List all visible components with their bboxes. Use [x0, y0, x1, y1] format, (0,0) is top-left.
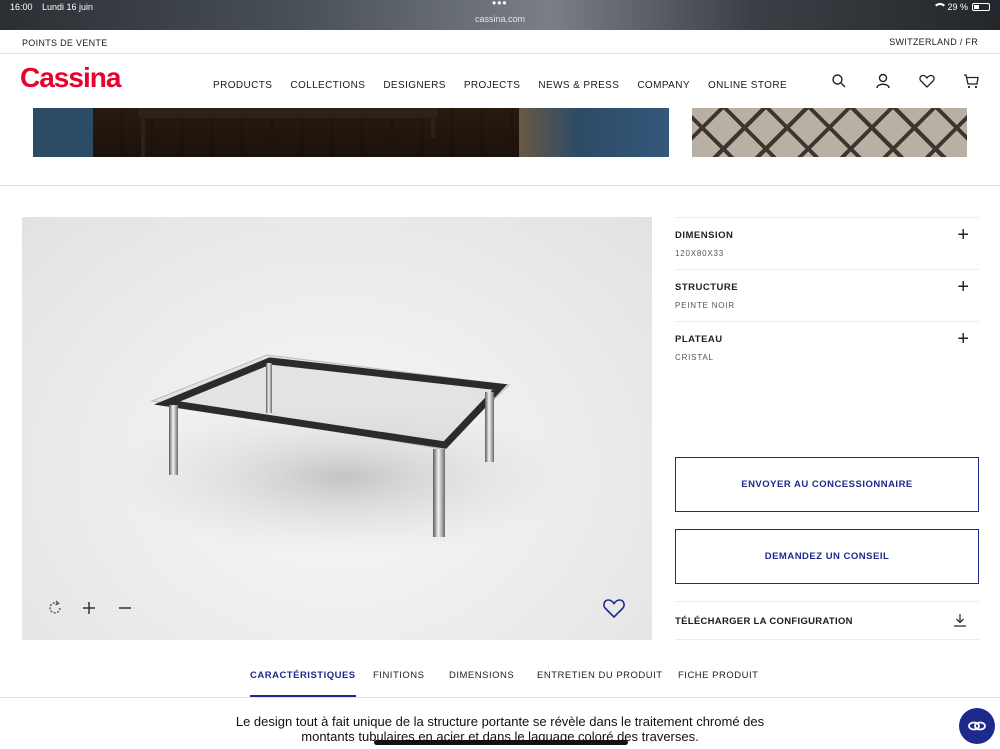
- points-de-vente-link[interactable]: POINTS DE VENTE: [22, 38, 108, 48]
- account-icon[interactable]: [874, 72, 892, 90]
- send-to-dealer-button[interactable]: ENVOYER AU CONCESSIONNAIRE: [675, 457, 979, 512]
- nav-company[interactable]: COMPANY: [637, 80, 690, 91]
- more-dots-icon[interactable]: •••: [492, 0, 508, 10]
- nav-designers[interactable]: DESIGNERS: [383, 80, 446, 91]
- status-time: 16:00: [10, 2, 33, 12]
- download-icon[interactable]: [953, 613, 967, 632]
- zoom-out-icon[interactable]: [116, 599, 134, 622]
- nav-products[interactable]: PRODUCTS: [213, 80, 272, 91]
- cart-icon[interactable]: [962, 72, 980, 90]
- search-icon[interactable]: [830, 72, 848, 90]
- gallery-strip: [0, 108, 1000, 186]
- utility-bar: POINTS DE VENTE SWITZERLAND / FR: [0, 30, 1000, 54]
- main-nav: PRODUCTS COLLECTIONS DESIGNERS PROJECTS …: [213, 80, 787, 91]
- nav-projects[interactable]: PROJECTS: [464, 80, 521, 91]
- nav-collections[interactable]: COLLECTIONS: [290, 80, 365, 91]
- status-date: Lundi 16 juin: [42, 2, 94, 12]
- battery-icon: [972, 3, 990, 11]
- download-configuration-label: TÉLÉCHARGER LA CONFIGURATION: [675, 616, 853, 627]
- wifi-icon: [933, 3, 948, 11]
- expand-plus-icon[interactable]: +: [957, 276, 969, 299]
- tab-entretien[interactable]: ENTRETIEN DU PRODUIT: [537, 670, 663, 681]
- wishlist-heart-icon[interactable]: [918, 72, 936, 90]
- download-configuration[interactable]: TÉLÉCHARGER LA CONFIGURATION: [675, 601, 979, 640]
- ambiance-image-rug-detail[interactable]: [692, 108, 967, 157]
- option-dimension-value: 120X80X33: [675, 249, 725, 258]
- coffee-table-render: [112, 354, 572, 557]
- option-structure-value: PEINTE NOIR: [675, 301, 735, 310]
- chat-icon: [968, 721, 986, 731]
- tab-dimensions[interactable]: DIMENSIONS: [449, 670, 514, 681]
- option-plateau-title: PLATEAU: [675, 334, 723, 345]
- main-header: Cassina PRODUCTS COLLECTIONS DESIGNERS P…: [0, 54, 1000, 108]
- home-indicator[interactable]: [374, 740, 628, 745]
- status-bar: 16:00 Lundi 16 juin ••• cassina.com 29 %: [0, 0, 1000, 30]
- cassina-logo[interactable]: Cassina: [20, 62, 121, 94]
- expand-plus-icon[interactable]: +: [957, 328, 969, 351]
- description-line-1: Le design tout à fait unique de la struc…: [235, 714, 765, 729]
- ambiance-image-living-room[interactable]: [33, 108, 669, 157]
- battery-percent: 29 %: [947, 2, 968, 12]
- status-indicators: 29 %: [933, 2, 990, 12]
- tab-finitions[interactable]: FINITIONS: [373, 670, 424, 681]
- header-icons: [830, 72, 980, 90]
- nav-online-store[interactable]: ONLINE STORE: [708, 80, 787, 91]
- product-tabs: CARACTÉRISTIQUES FINITIONS DIMENSIONS EN…: [0, 660, 1000, 698]
- request-advice-button[interactable]: DEMANDEZ UN CONSEIL: [675, 529, 979, 584]
- zoom-in-icon[interactable]: [80, 599, 98, 622]
- rotate-icon[interactable]: [46, 599, 64, 622]
- chat-button[interactable]: [959, 708, 995, 744]
- favorite-heart-icon[interactable]: [602, 597, 626, 624]
- option-dimension-title: DIMENSION: [675, 230, 734, 241]
- tab-caracteristiques[interactable]: CARACTÉRISTIQUES: [250, 670, 356, 697]
- nav-news-press[interactable]: NEWS & PRESS: [538, 80, 619, 91]
- region-selector[interactable]: SWITZERLAND / FR: [889, 37, 978, 47]
- option-dimension[interactable]: DIMENSION 120X80X33 +: [675, 217, 979, 269]
- product-3d-viewer[interactable]: [22, 217, 652, 640]
- option-structure[interactable]: STRUCTURE PEINTE NOIR +: [675, 269, 979, 321]
- expand-plus-icon[interactable]: +: [957, 224, 969, 247]
- tab-fiche-produit[interactable]: FICHE PRODUIT: [678, 670, 758, 681]
- option-plateau-value: CRISTAL: [675, 353, 714, 362]
- address-bar-url[interactable]: cassina.com: [0, 14, 1000, 24]
- option-plateau[interactable]: PLATEAU CRISTAL +: [675, 321, 979, 373]
- option-structure-title: STRUCTURE: [675, 282, 739, 293]
